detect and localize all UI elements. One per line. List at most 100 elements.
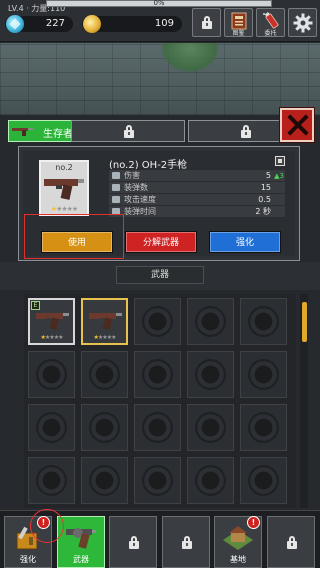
locked-top-button[interactable] <box>192 8 221 37</box>
gear-icon <box>293 13 313 33</box>
inventory-slot-weapon[interactable]: ★★★★★ E <box>28 298 75 345</box>
inventory-slot-empty[interactable] <box>187 404 234 451</box>
inventory-slot-empty[interactable] <box>240 457 287 504</box>
xp-bar: 0% <box>46 0 272 7</box>
lock-icon <box>182 536 192 549</box>
empty-slot-ring <box>89 412 120 443</box>
attack-speed-icon <box>112 196 120 203</box>
empty-slot-ring <box>142 412 173 443</box>
gem-icon <box>6 15 24 33</box>
empty-slot-ring <box>195 306 226 337</box>
coin-counter[interactable]: 109 <box>82 15 182 33</box>
inventory-slot-empty[interactable] <box>240 404 287 451</box>
nav-label: 强化 <box>20 555 36 564</box>
empty-slot-ring <box>195 412 226 443</box>
gem-counter[interactable]: 227 <box>5 15 73 33</box>
category-bar: 武器 <box>0 262 320 290</box>
inventory-slot-empty[interactable] <box>240 351 287 398</box>
status-bar: LV.4 · 力量:110 0% 227 109 图鉴 委托 <box>0 0 320 42</box>
upgrade-button[interactable]: 强化 <box>209 231 281 253</box>
stat-value: 2 秒 <box>255 207 271 216</box>
codex-label: 图鉴 <box>232 30 245 37</box>
tab-survivor-label: 生存者 <box>43 129 73 140</box>
lock-icon <box>287 536 297 549</box>
empty-slot-ring <box>248 359 279 390</box>
empty-slot-ring <box>89 465 120 496</box>
inventory-slot-empty[interactable] <box>28 457 75 504</box>
inventory-slot-empty[interactable] <box>187 298 234 345</box>
nav-locked[interactable] <box>162 516 210 568</box>
scrollbar-thumb[interactable] <box>302 302 307 342</box>
inventory-slot-empty[interactable] <box>28 404 75 451</box>
foliage-decoration <box>160 43 220 73</box>
damage-icon <box>112 172 120 179</box>
inventory-slot-empty[interactable] <box>187 457 234 504</box>
stat-label: 装弹时间 <box>124 207 156 216</box>
inventory-slot-weapon[interactable]: ★★★★★ <box>81 298 128 345</box>
coin-amount: 109 <box>154 18 174 29</box>
equipped-badge: E <box>31 301 40 310</box>
alert-badge: ! <box>247 516 260 529</box>
empty-slot-ring <box>89 359 120 390</box>
inventory-slot-empty[interactable] <box>28 351 75 398</box>
rarity-stars: ★★★★★ <box>40 334 64 341</box>
empty-slot-ring <box>36 412 67 443</box>
info-icon[interactable] <box>275 156 285 166</box>
nav-label: 武器 <box>73 555 89 564</box>
inventory-slot-empty[interactable] <box>134 457 181 504</box>
empty-slot-ring <box>195 359 226 390</box>
stat-row: 伤害 5 ▲3 <box>109 169 285 181</box>
empty-slot-ring <box>142 465 173 496</box>
weapon-slot-number: no.2 <box>55 163 73 172</box>
inventory-slot-empty[interactable] <box>187 351 234 398</box>
inventory-slot-empty[interactable] <box>134 351 181 398</box>
empty-slot-ring <box>248 465 279 496</box>
nav-label: 基地 <box>230 555 246 564</box>
empty-slot-ring <box>36 465 67 496</box>
ammo-icon <box>112 184 120 191</box>
stat-row: 装弹时间 2 秒 <box>109 205 285 217</box>
inventory-slot-empty[interactable] <box>81 351 128 398</box>
weapon-screen: LV.4 · 力量:110 0% 227 109 图鉴 委托 生存者 no.2 … <box>0 0 320 568</box>
codex-button[interactable]: 图鉴 <box>224 8 253 37</box>
close-button[interactable] <box>279 107 315 143</box>
xp-percent: 0% <box>153 0 165 7</box>
empty-slot-ring <box>36 359 67 390</box>
highlight-frame <box>24 214 124 259</box>
empty-slot-ring <box>248 412 279 443</box>
nav-locked[interactable] <box>109 516 157 568</box>
rarity-stars: ★★★★★ <box>93 334 117 341</box>
disassemble-button[interactable]: 分解武器 <box>125 231 197 253</box>
empty-slot-ring <box>142 306 173 337</box>
inventory-slot-empty[interactable] <box>134 298 181 345</box>
nav-revolver[interactable]: 武器 <box>57 516 105 568</box>
pistol-image <box>36 313 69 330</box>
stat-row: 装弹数 15 <box>109 181 285 193</box>
settings-button[interactable] <box>288 8 317 37</box>
commission-button[interactable]: 委托 <box>256 8 285 37</box>
inventory-slot-empty[interactable] <box>240 298 287 345</box>
weapon-rarity-stars: ★★★★★ <box>50 205 78 213</box>
gem-amount: 227 <box>45 18 65 29</box>
inventory-slot-empty[interactable] <box>81 404 128 451</box>
nav-locked[interactable] <box>267 516 315 568</box>
empty-slot-ring <box>195 465 226 496</box>
lock-icon <box>124 125 134 138</box>
empty-slot-ring <box>142 359 173 390</box>
revolver-icon <box>66 528 96 549</box>
category-label: 武器 <box>116 266 204 284</box>
weapon-portrait: no.2 ★★★★★ <box>39 160 89 216</box>
lock-icon <box>129 536 139 549</box>
pistol-image <box>44 179 84 200</box>
lock-icon <box>202 16 212 29</box>
commission-label: 委托 <box>264 30 277 37</box>
background-wall <box>0 43 320 115</box>
stat-row: 攻击速度 0.5 <box>109 193 285 205</box>
inventory-slot-empty[interactable] <box>81 457 128 504</box>
tab-locked-2[interactable] <box>71 120 185 142</box>
coin-icon <box>83 15 101 33</box>
nav-base[interactable]: 基地! <box>214 516 262 568</box>
highlight-circle <box>30 509 64 543</box>
lock-icon <box>241 125 251 138</box>
inventory-slot-empty[interactable] <box>134 404 181 451</box>
